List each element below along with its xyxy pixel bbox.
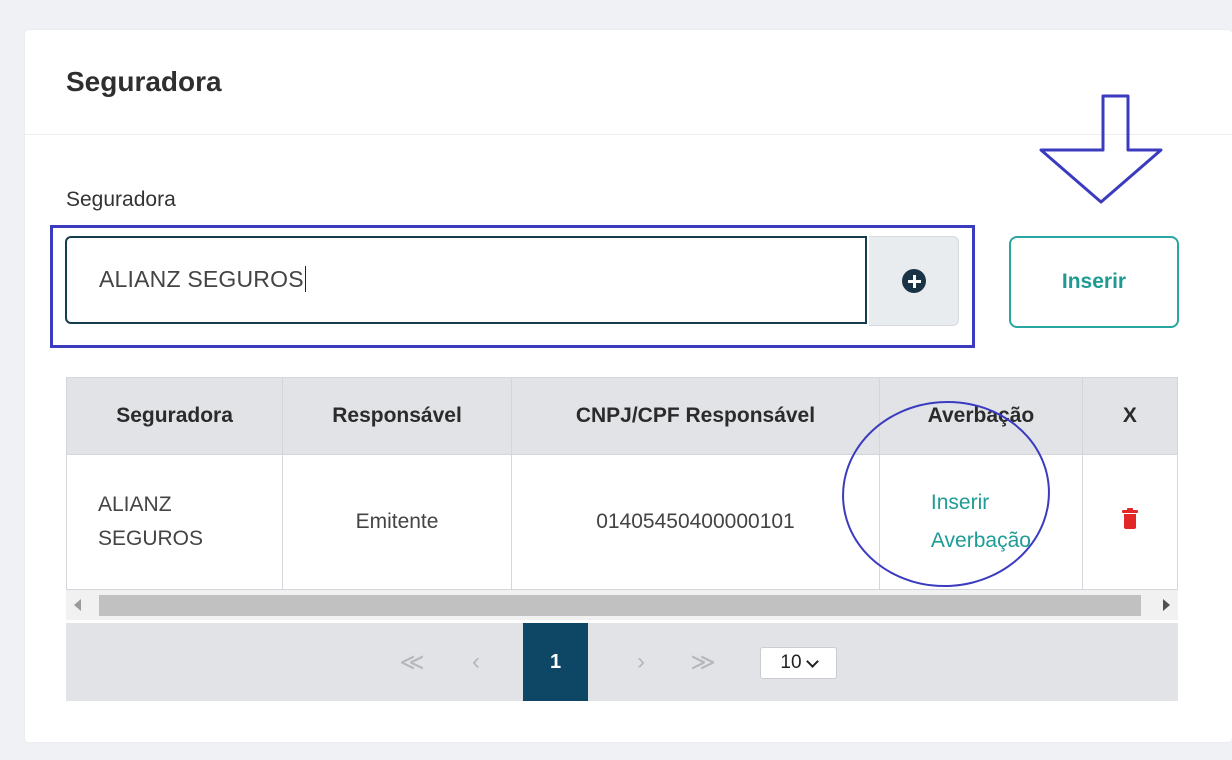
cell-cnpj-cpf: 01405450400000101 <box>510 454 880 590</box>
trash-icon[interactable] <box>1121 508 1138 529</box>
column-header-delete: X <box>1081 377 1178 455</box>
page-size-value: 10 <box>780 652 802 673</box>
insert-button[interactable]: Inserir <box>1009 236 1179 328</box>
scrollbar-thumb[interactable] <box>99 595 1141 616</box>
column-header-seguradora: Seguradora <box>66 377 284 455</box>
page-size-select[interactable]: 10 <box>760 647 837 679</box>
last-page-button[interactable]: ≫ <box>683 623 723 701</box>
card-title: Seguradora <box>66 66 222 97</box>
insurer-field-label: Seguradora <box>66 188 176 211</box>
column-header-cnpj-cpf: CNPJ/CPF Responsável <box>510 377 880 455</box>
scroll-right-arrow-icon[interactable] <box>1163 599 1170 611</box>
cell-delete <box>1081 454 1178 590</box>
scroll-left-arrow-icon[interactable] <box>74 599 81 611</box>
column-header-responsavel: Responsável <box>282 377 512 455</box>
seguradora-line-1: ALIANZ <box>98 493 172 516</box>
pagination-bar: ≪ ‹ 1 › ≫ 10 <box>66 623 1178 701</box>
page-1-button[interactable]: 1 <box>523 623 588 701</box>
next-page-button[interactable]: › <box>621 623 661 701</box>
cell-seguradora: ALIANZ SEGUROS <box>66 454 284 590</box>
annotation-highlight-box <box>50 225 975 348</box>
annotation-arrow-down-icon <box>1039 94 1163 204</box>
chevron-down-icon <box>805 654 819 668</box>
first-page-button[interactable]: ≪ <box>392 623 432 701</box>
cell-responsavel: Emitente <box>282 454 512 590</box>
seguradora-line-2: SEGUROS <box>98 527 204 550</box>
previous-page-button[interactable]: ‹ <box>456 623 496 701</box>
horizontal-scrollbar[interactable] <box>66 590 1178 620</box>
